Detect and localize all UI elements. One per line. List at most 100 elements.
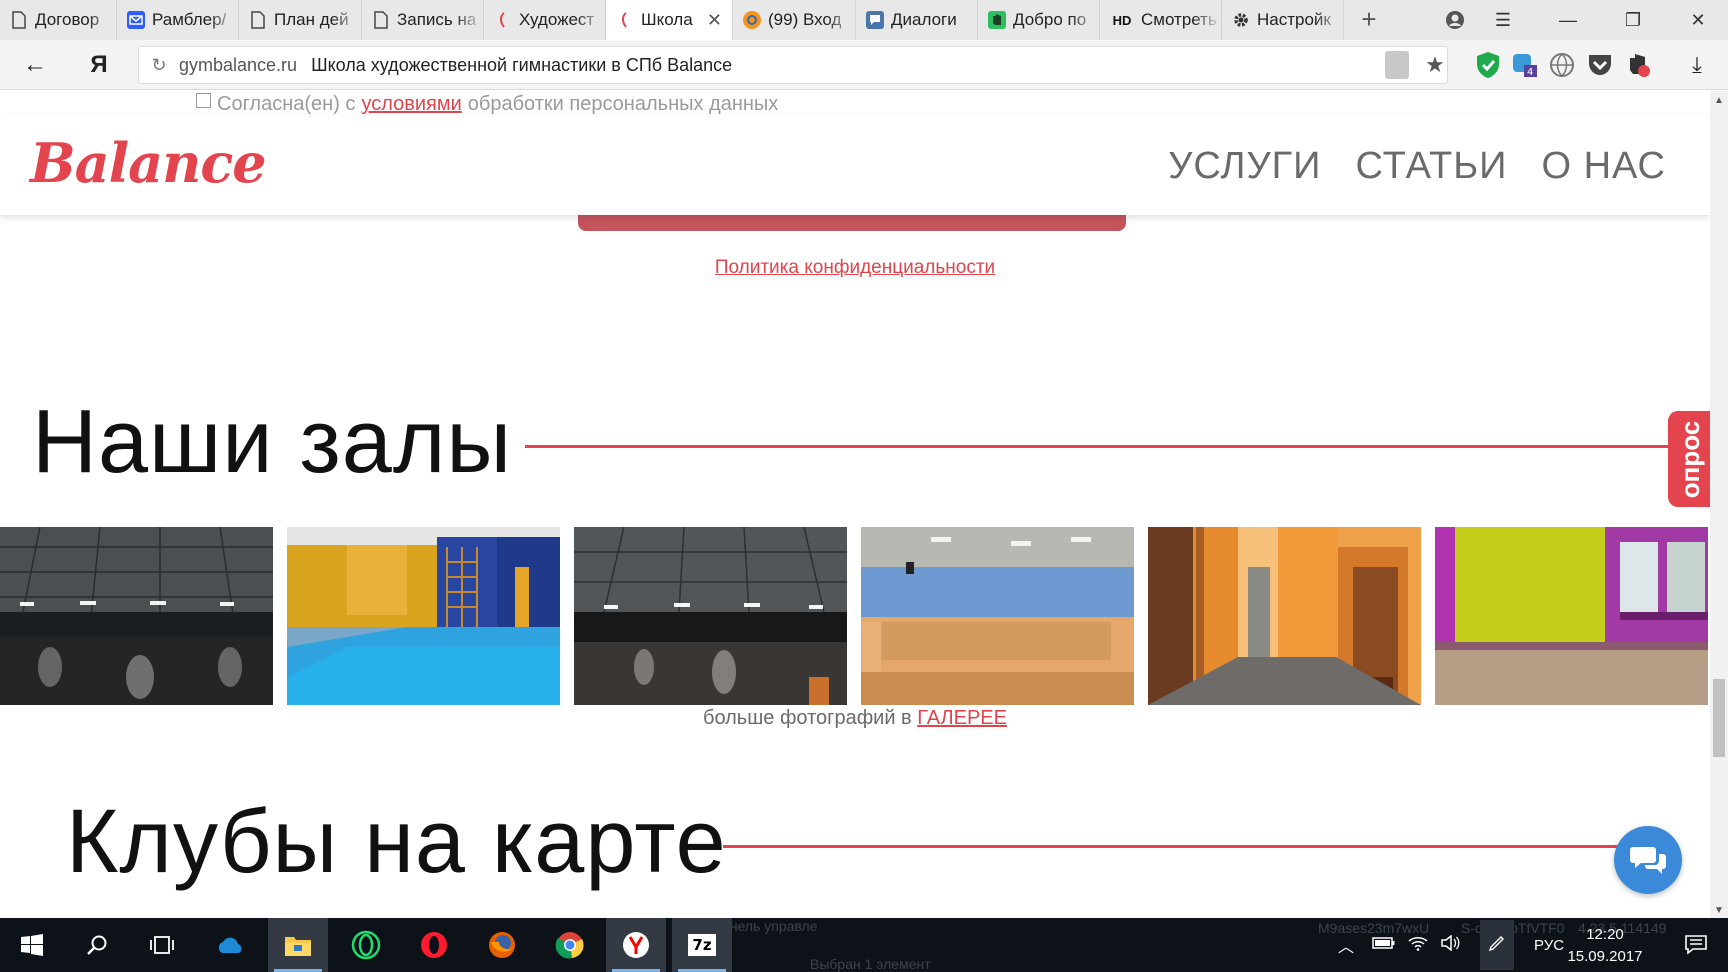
- minimize-button[interactable]: —: [1545, 0, 1591, 40]
- tab-plan[interactable]: План дей: [239, 0, 362, 40]
- document-icon: [10, 11, 28, 29]
- evernote-icon: [988, 11, 1006, 29]
- gear-icon: [1232, 11, 1250, 29]
- chrome-icon[interactable]: [540, 918, 600, 972]
- menu-icon[interactable]: ☰: [1480, 0, 1526, 40]
- scrollbar-thumb[interactable]: [1713, 679, 1725, 757]
- windows-taskbar: Панель управле M9ases23m7wxU S-dkNUbTfVT…: [0, 918, 1728, 972]
- action-center-icon[interactable]: [1666, 918, 1726, 972]
- opera-neon-icon[interactable]: [336, 918, 396, 972]
- evernote-clipper-icon[interactable]: [1622, 49, 1654, 81]
- yandex-browser-icon[interactable]: [606, 918, 666, 972]
- new-tab-button[interactable]: +: [1354, 4, 1384, 34]
- page-scrollbar[interactable]: ▲ ▼: [1710, 91, 1728, 918]
- hall-photo[interactable]: [574, 527, 847, 705]
- hall-photo[interactable]: [1435, 527, 1708, 705]
- tray-expand-icon[interactable]: ︿: [1338, 933, 1354, 957]
- site-header: Balance УСЛУГИ СТАТЬИ О НАС: [0, 115, 1710, 215]
- extension-badge-icon[interactable]: 4: [1508, 49, 1540, 81]
- tab-smotret[interactable]: HD Смотреть: [1100, 0, 1222, 40]
- back-button[interactable]: ←: [18, 48, 52, 82]
- consent-checkbox[interactable]: [196, 93, 211, 108]
- close-window-button[interactable]: ✕: [1675, 0, 1721, 40]
- tab-zapis[interactable]: Запись на: [362, 0, 484, 40]
- chat-bubbles-icon: [1630, 847, 1666, 874]
- globe-icon[interactable]: [1546, 49, 1578, 81]
- tab-rambler[interactable]: Рамблер/: [117, 0, 239, 40]
- scroll-up-icon[interactable]: ▲: [1714, 95, 1724, 106]
- wifi-icon[interactable]: [1408, 935, 1428, 955]
- url-host: gymbalance.ru: [179, 54, 298, 75]
- onedrive-icon[interactable]: [200, 918, 260, 972]
- 7zip-icon[interactable]: 7z: [672, 918, 732, 972]
- balance-favicon: [616, 11, 634, 29]
- page-title-in-url: Школа художественной гимнастики в СПб Ba…: [311, 54, 733, 75]
- hall-photo[interactable]: [861, 527, 1134, 705]
- page-viewport: Согласна(ен) с условиями обработки персо…: [0, 91, 1710, 918]
- close-tab-icon[interactable]: ✕: [707, 10, 722, 31]
- hd-icon: HD: [1112, 12, 1132, 28]
- consent-text-end: обработки персональных данных: [467, 93, 779, 115]
- chat-icon: [866, 11, 884, 29]
- tab-dogovor[interactable]: Договор: [0, 0, 117, 40]
- bookmark-star-icon[interactable]: ★: [1418, 48, 1452, 82]
- halls-heading: Наши залы: [32, 392, 513, 492]
- balance-favicon: [494, 11, 512, 29]
- site-logo[interactable]: Balance: [30, 131, 267, 195]
- pocket-icon[interactable]: [1584, 49, 1616, 81]
- tab-dialogi[interactable]: Диалоги: [856, 0, 978, 40]
- more-photos-line: больше фотографий в ГАЛЕРЕЕ: [703, 707, 1007, 729]
- nav-o-nas[interactable]: О НАС: [1541, 145, 1666, 188]
- clubs-heading: Клубы на карте: [66, 792, 727, 892]
- mail-icon: [127, 11, 145, 29]
- restore-button[interactable]: ❐: [1610, 0, 1656, 40]
- svg-text:4: 4: [1527, 67, 1533, 78]
- clock-time: 12:20: [1586, 926, 1624, 943]
- nav-stati[interactable]: СТАТЬИ: [1356, 145, 1508, 188]
- gallery-link[interactable]: ГАЛЕРЕЕ: [917, 707, 1007, 729]
- halls-divider: [525, 445, 1670, 448]
- chat-widget-button[interactable]: [1614, 826, 1682, 894]
- address-bar-row: ← Я ↻ gymbalance.ru Школа художественной…: [0, 40, 1728, 90]
- scroll-down-icon[interactable]: ▼: [1714, 905, 1724, 916]
- halls-gallery: [0, 527, 1710, 705]
- clock-date: 15.09.2017: [1567, 948, 1643, 965]
- survey-tab[interactable]: опрос: [1668, 411, 1710, 507]
- tab-dobro[interactable]: Добро по: [978, 0, 1100, 40]
- hall-photo[interactable]: [1148, 527, 1421, 705]
- account-icon[interactable]: [1432, 0, 1478, 40]
- download-icon[interactable]: ⤓: [1680, 48, 1714, 82]
- document-icon: [372, 11, 390, 29]
- privacy-policy-link[interactable]: Политика конфиденциальности: [0, 257, 1710, 279]
- hall-photo[interactable]: [287, 527, 560, 705]
- main-nav: УСЛУГИ СТАТЬИ О НАС: [1168, 145, 1666, 188]
- consent-row: Согласна(ен) с условиями обработки персо…: [196, 93, 778, 116]
- hall-photo[interactable]: [0, 527, 273, 705]
- odnoklassniki-icon: [743, 11, 761, 29]
- clubs-divider: [723, 845, 1623, 848]
- adblock-shield-icon[interactable]: [1472, 49, 1504, 81]
- search-icon[interactable]: [67, 918, 127, 972]
- tab-nastroiki[interactable]: Настройк: [1222, 0, 1344, 40]
- yandex-home-button[interactable]: Я: [82, 48, 116, 82]
- file-explorer-icon[interactable]: [268, 918, 328, 972]
- system-tray: ︿ РУС: [1338, 918, 1564, 972]
- browser-tab-strip: Договор Рамблер/ План дей Запись на Худо…: [0, 0, 1728, 40]
- task-view-icon[interactable]: [132, 918, 192, 972]
- opera-icon[interactable]: [404, 918, 464, 972]
- reload-icon[interactable]: ↻: [139, 55, 179, 76]
- url-field[interactable]: ↻ gymbalance.ru Школа художественной гим…: [138, 46, 1448, 84]
- volume-icon[interactable]: [1440, 934, 1460, 955]
- tab-hudozhest[interactable]: Художест: [484, 0, 606, 40]
- tab-shkola[interactable]: Школа ✕: [606, 0, 733, 40]
- document-icon: [249, 11, 267, 29]
- lock-icon[interactable]: [1385, 51, 1409, 79]
- battery-icon[interactable]: [1372, 936, 1396, 954]
- taskbar-clock[interactable]: 12:20 15.09.2017: [1555, 924, 1655, 968]
- pen-ink-icon[interactable]: [1480, 920, 1515, 970]
- firefox-icon[interactable]: [472, 918, 532, 972]
- nav-uslugi[interactable]: УСЛУГИ: [1168, 145, 1321, 188]
- windows-start-icon[interactable]: [2, 918, 62, 972]
- tab-odnoklassniki[interactable]: (99) Вход: [733, 0, 856, 40]
- consent-terms-link[interactable]: условиями: [361, 93, 461, 116]
